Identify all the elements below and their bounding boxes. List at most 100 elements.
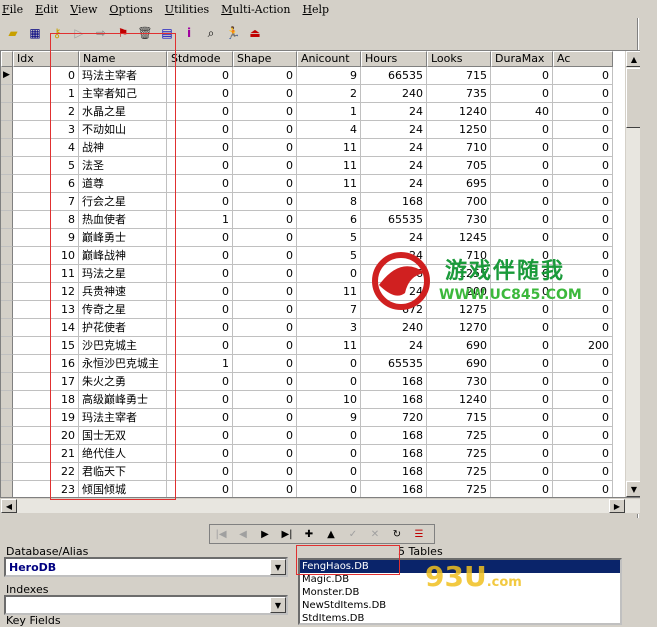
cell-anicount[interactable]: 5 (297, 247, 361, 265)
row-indicator[interactable] (1, 139, 13, 157)
row-indicator[interactable] (1, 283, 13, 301)
cell-shape[interactable]: 0 (233, 301, 297, 319)
refresh-icon[interactable]: ↻ (386, 525, 408, 543)
table-row[interactable]: 4 战神 0 0 11 24 710 0 0 (1, 139, 613, 157)
cell-duramax[interactable]: 0 (491, 229, 553, 247)
cell-stdmode[interactable]: 0 (167, 67, 233, 85)
cell-name[interactable]: 朱火之勇 (79, 373, 167, 391)
cell-name[interactable]: 绝代佳人 (79, 445, 167, 463)
cell-looks[interactable]: 1240 (427, 103, 491, 121)
cell-anicount[interactable]: 6 (297, 211, 361, 229)
cell-stdmode[interactable]: 0 (167, 157, 233, 175)
cell-looks[interactable]: 735 (427, 85, 491, 103)
table-row[interactable]: 21 绝代佳人 0 0 0 168 725 0 0 (1, 445, 613, 463)
cell-duramax[interactable]: 0 (491, 301, 553, 319)
open-folder-icon[interactable]: ▰ (4, 24, 22, 42)
row-indicator[interactable] (1, 319, 13, 337)
menu-utilities[interactable]: Utilities (165, 3, 209, 16)
cell-ac[interactable]: 0 (553, 391, 613, 409)
cell-hours[interactable]: 24 (361, 175, 427, 193)
cell-stdmode[interactable]: 0 (167, 445, 233, 463)
cell-stdmode[interactable]: 0 (167, 481, 233, 497)
cell-looks[interactable]: 715 (427, 67, 491, 85)
cell-stdmode[interactable]: 0 (167, 193, 233, 211)
table-row[interactable]: ▶ 0 玛法主宰者 0 0 9 66535 715 0 0 (1, 67, 613, 85)
cell-idx[interactable]: 11 (13, 265, 79, 283)
cell-hours[interactable]: 168 (361, 481, 427, 497)
cell-ac[interactable]: 0 (553, 265, 613, 283)
cell-name[interactable]: 水晶之星 (79, 103, 167, 121)
cell-idx[interactable]: 23 (13, 481, 79, 497)
cell-duramax[interactable]: 0 (491, 211, 553, 229)
cell-anicount[interactable]: 4 (297, 121, 361, 139)
cell-shape[interactable]: 0 (233, 157, 297, 175)
cell-idx[interactable]: 4 (13, 139, 79, 157)
cell-name[interactable]: 永恒沙巴克城主 (79, 355, 167, 373)
cell-ac[interactable]: 0 (553, 121, 613, 139)
cell-ac[interactable]: 0 (553, 247, 613, 265)
column-header-name[interactable]: Name (79, 51, 167, 67)
table-row[interactable]: 22 君临天下 0 0 0 168 725 0 0 (1, 463, 613, 481)
row-indicator[interactable] (1, 373, 13, 391)
cell-hours[interactable]: 24 (361, 283, 427, 301)
row-indicator[interactable] (1, 463, 13, 481)
cell-hours[interactable]: 66535 (361, 67, 427, 85)
row-indicator[interactable] (1, 427, 13, 445)
cell-looks[interactable]: 1245 (427, 229, 491, 247)
cell-looks[interactable]: 725 (427, 463, 491, 481)
column-header-idx[interactable]: Idx (13, 51, 79, 67)
cell-shape[interactable]: 0 (233, 445, 297, 463)
cell-shape[interactable]: 0 (233, 355, 297, 373)
cell-idx[interactable]: 12 (13, 283, 79, 301)
cell-name[interactable]: 高级巅峰勇士 (79, 391, 167, 409)
scroll-right-icon[interactable]: ▶ (609, 499, 625, 513)
cell-ac[interactable]: 0 (553, 373, 613, 391)
menu-edit[interactable]: Edit (35, 3, 58, 16)
cell-shape[interactable]: 0 (233, 427, 297, 445)
cell-shape[interactable]: 0 (233, 103, 297, 121)
info-icon[interactable]: i (180, 24, 198, 42)
cell-ac[interactable]: 0 (553, 193, 613, 211)
cell-stdmode[interactable]: 0 (167, 409, 233, 427)
arrow-right-icon[interactable]: ▷ (70, 24, 88, 42)
cell-looks[interactable]: 690 (427, 337, 491, 355)
table-row[interactable]: 13 传奇之星 0 0 7 672 1275 0 0 (1, 301, 613, 319)
cell-name[interactable]: 护花使者 (79, 319, 167, 337)
cell-duramax[interactable]: 0 (491, 463, 553, 481)
cell-looks[interactable]: 730 (427, 373, 491, 391)
cell-ac[interactable]: 0 (553, 445, 613, 463)
cell-stdmode[interactable]: 0 (167, 265, 233, 283)
cell-anicount[interactable]: 10 (297, 391, 361, 409)
table-row[interactable]: 11 玛法之星 0 0 0 336 1255 0 0 (1, 265, 613, 283)
cell-looks[interactable]: 1275 (427, 301, 491, 319)
table-row[interactable]: 1 主宰者知己 0 0 2 240 735 0 0 (1, 85, 613, 103)
cell-duramax[interactable]: 0 (491, 157, 553, 175)
cell-stdmode[interactable]: 0 (167, 229, 233, 247)
cell-idx[interactable]: 19 (13, 409, 79, 427)
prior-record-icon[interactable]: ◀ (232, 525, 254, 543)
cell-ac[interactable]: 0 (553, 319, 613, 337)
cell-idx[interactable]: 7 (13, 193, 79, 211)
table-row[interactable]: 7 行会之星 0 0 8 168 700 0 0 (1, 193, 613, 211)
cell-name[interactable]: 主宰者知己 (79, 85, 167, 103)
cell-hours[interactable]: 65535 (361, 355, 427, 373)
cell-anicount[interactable]: 0 (297, 463, 361, 481)
table-row[interactable]: 23 倾国倾城 0 0 0 168 725 0 0 (1, 481, 613, 497)
cell-shape[interactable]: 0 (233, 463, 297, 481)
table-row[interactable]: 2 水晶之星 0 0 1 24 1240 40 0 (1, 103, 613, 121)
cell-stdmode[interactable]: 0 (167, 427, 233, 445)
cell-name[interactable]: 玛法主宰者 (79, 409, 167, 427)
cell-looks[interactable]: 725 (427, 481, 491, 497)
cell-shape[interactable]: 0 (233, 229, 297, 247)
cell-idx[interactable]: 10 (13, 247, 79, 265)
cell-looks[interactable]: 730 (427, 211, 491, 229)
cell-idx[interactable]: 3 (13, 121, 79, 139)
row-indicator[interactable] (1, 481, 13, 497)
row-indicator[interactable] (1, 121, 13, 139)
menu-view[interactable]: View (70, 3, 97, 16)
column-header-hours[interactable]: Hours (361, 51, 427, 67)
cell-duramax[interactable]: 0 (491, 391, 553, 409)
cell-duramax[interactable]: 0 (491, 193, 553, 211)
cell-looks[interactable]: 1270 (427, 319, 491, 337)
cell-shape[interactable]: 0 (233, 247, 297, 265)
